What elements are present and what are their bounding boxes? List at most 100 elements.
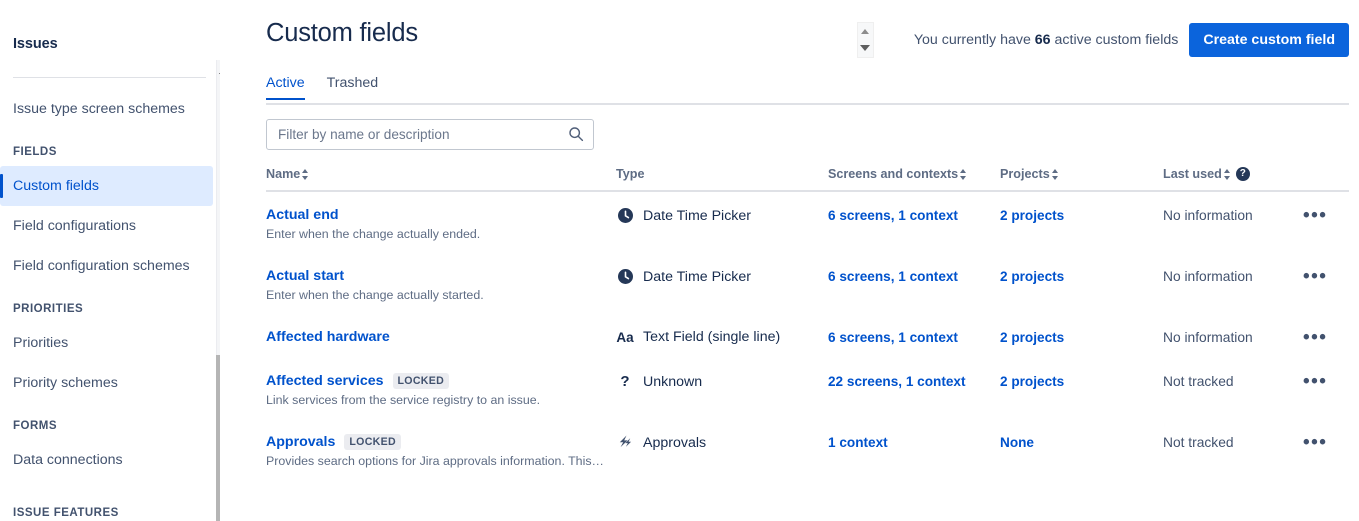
sidebar-item-label: Field configurations <box>13 218 137 234</box>
sidebar-item-issue-type-screen-schemes[interactable]: Issue type screen schemes <box>0 89 213 129</box>
col-header-inner: Type <box>616 167 644 181</box>
row-more-actions-button[interactable]: ••• <box>1303 267 1327 286</box>
screens-contexts-link[interactable]: 6 screens, 1 context <box>828 269 958 284</box>
type-cell: Aa Text Field (single line) <box>616 329 828 345</box>
screens-contexts-link[interactable]: 22 screens, 1 context <box>828 374 966 389</box>
sidebar-item-data-connections[interactable]: Data connections <box>0 440 213 480</box>
type-cell: Date Time Picker <box>616 207 828 224</box>
sidebar-item-priority-schemes[interactable]: Priority schemes <box>0 363 213 403</box>
projects-link[interactable]: 2 projects <box>1000 208 1064 223</box>
name-line: Actual end <box>266 207 616 223</box>
stepper-down-icon[interactable] <box>860 45 871 52</box>
type-label: Date Time Picker <box>643 268 752 285</box>
table-row: Actual start Enter when the change actual… <box>266 253 1349 314</box>
cell-name: Actual start Enter when the change actual… <box>266 253 616 314</box>
cell-screens-contexts: 22 screens, 1 context <box>828 358 1000 419</box>
sort-icon[interactable] <box>1051 168 1059 180</box>
type-cell: Date Time Picker <box>616 268 828 285</box>
projects-link[interactable]: 2 projects <box>1000 330 1064 345</box>
tab-trashed[interactable]: Trashed <box>327 75 379 100</box>
field-name-link[interactable]: Actual start <box>266 268 344 284</box>
table-header-row: Name Type Screens and contexts Projects Last… <box>266 167 1349 192</box>
field-name-link[interactable]: Approvals <box>266 434 335 450</box>
cell-projects: None <box>1000 419 1163 480</box>
row-more-actions-button[interactable]: ••• <box>1303 372 1327 391</box>
screens-contexts-link[interactable]: 6 screens, 1 context <box>828 330 958 345</box>
sidebar-title: Issues <box>13 36 58 52</box>
cell-type: Date Time Picker <box>616 191 828 253</box>
cell-actions: ••• <box>1303 419 1349 480</box>
cell-projects: 2 projects <box>1000 191 1163 253</box>
stepper-up-icon[interactable] <box>861 28 870 34</box>
cell-name: Actual end Enter when the change actually… <box>266 191 616 253</box>
sidebar-item-label: Priorities <box>13 335 69 351</box>
col-header-projects[interactable]: Projects <box>1000 167 1163 192</box>
cell-last-used: Not tracked <box>1163 358 1303 419</box>
type-label: Approvals <box>643 434 707 451</box>
projects-link[interactable]: 2 projects <box>1000 374 1064 389</box>
col-header-inner: Last used? <box>1163 167 1250 181</box>
cell-name: Affected services LOCKED Link services fro… <box>266 358 616 419</box>
sidebar-item-custom-fields[interactable]: Custom fields <box>0 166 213 206</box>
tab-bar: Active Trashed <box>266 75 1349 100</box>
col-header-label: Projects <box>1000 167 1050 181</box>
col-header-label: Type <box>616 167 645 181</box>
table-row: Approvals LOCKED Provides search options f… <box>266 419 1349 480</box>
sidebar: Issues Issue type screen schemes FIELDS Cu… <box>0 0 220 521</box>
sidebar-item-priorities[interactable]: Priorities <box>0 323 213 363</box>
cell-screens-contexts: 6 screens, 1 context <box>828 314 1000 358</box>
sort-icon[interactable] <box>1223 168 1231 180</box>
cell-last-used: No information <box>1163 253 1303 314</box>
last-used-value: No information <box>1163 269 1253 284</box>
col-header-label: Screens and contexts <box>828 167 959 181</box>
screens-contexts-link[interactable]: 1 context <box>828 435 888 450</box>
sidebar-nav: Issue type screen schemes FIELDS Custom fi… <box>0 89 220 480</box>
sort-icon[interactable] <box>960 168 967 180</box>
col-header-name[interactable]: Name <box>266 167 616 192</box>
screens-contexts-link[interactable]: 6 screens, 1 context <box>828 208 958 223</box>
filter-search <box>266 119 594 150</box>
type-label: Text Field (single line) <box>643 329 781 345</box>
page-header: Custom fields You currently have 66 acti… <box>266 0 1349 58</box>
scroll-stepper[interactable] <box>856 22 874 58</box>
projects-link[interactable]: None <box>1000 435 1034 450</box>
field-name-link[interactable]: Affected services <box>266 373 384 389</box>
sidebar-item-field-configurations[interactable]: Field configurations <box>0 206 213 246</box>
help-icon[interactable]: ? <box>1235 167 1250 181</box>
sidebar-section-priorities: PRIORITIES <box>13 303 84 315</box>
projects-link[interactable]: 2 projects <box>1000 269 1064 284</box>
search-icon <box>569 127 584 142</box>
sidebar-section-issue-features: ISSUE FEATURES <box>13 507 119 519</box>
cell-actions: ••• <box>1303 358 1349 419</box>
create-custom-field-button[interactable]: Create custom field <box>1189 23 1349 57</box>
search-input[interactable] <box>266 119 594 150</box>
cell-actions: ••• <box>1303 314 1349 358</box>
field-name-link[interactable]: Affected hardware <box>266 329 390 345</box>
field-description: Provides search options for Jira approva… <box>266 454 606 468</box>
table-row: Actual end Enter when the change actually… <box>266 191 1349 253</box>
sidebar-item-label: Custom fields <box>13 178 99 194</box>
sidebar-section-fields: FIELDS <box>13 146 57 158</box>
header-actions: You currently have 66 active custom fiel… <box>856 14 1349 58</box>
cell-actions: ••• <box>1303 191 1349 253</box>
cell-screens-contexts: 6 screens, 1 context <box>828 191 1000 253</box>
table-body: Actual end Enter when the change actually… <box>266 191 1349 480</box>
row-more-actions-button[interactable]: ••• <box>1303 433 1327 452</box>
count-value: 66 <box>1034 32 1051 48</box>
col-header-last-used[interactable]: Last used? <box>1163 167 1303 192</box>
sort-icon[interactable] <box>302 168 309 180</box>
col-header-screens-and-contexts[interactable]: Screens and contexts <box>828 167 1000 192</box>
row-more-actions-button[interactable]: ••• <box>1303 328 1327 347</box>
col-header-type: Type <box>616 167 828 192</box>
col-header-label: Last used <box>1163 167 1222 181</box>
field-name-link[interactable]: Actual end <box>266 207 339 223</box>
question-mark-icon: ? <box>620 373 630 390</box>
cell-last-used: Not tracked <box>1163 419 1303 480</box>
clock-icon <box>616 268 634 285</box>
locked-badge: LOCKED <box>392 373 450 389</box>
sidebar-item-field-configuration-schemes[interactable]: Field configuration schemes <box>0 246 213 286</box>
row-more-actions-button[interactable]: ••• <box>1303 206 1327 225</box>
tab-active[interactable]: Active <box>266 75 305 100</box>
field-description: Enter when the change actually ended. <box>266 227 481 241</box>
sidebar-item-label: Data connections <box>13 452 123 468</box>
